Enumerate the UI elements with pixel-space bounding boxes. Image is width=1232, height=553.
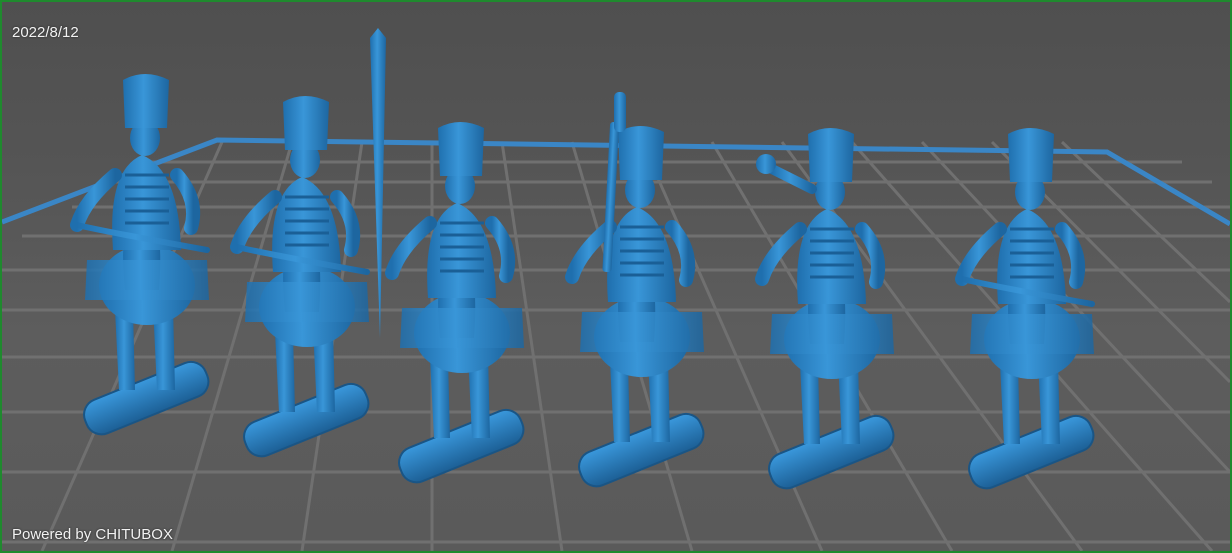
- miniature-hussar-2[interactable]: [230, 96, 373, 461]
- build-plate-scene[interactable]: [2, 2, 1230, 551]
- date-label: 2022/8/12: [12, 24, 79, 41]
- miniature-hussar-4[interactable]: [565, 92, 708, 491]
- model-viewport[interactable]: 2022/8/12 Powered by CHITUBOX: [0, 0, 1232, 553]
- powered-by-label: Powered by CHITUBOX: [12, 526, 173, 543]
- miniature-hussar-3[interactable]: [370, 28, 528, 487]
- miniature-hussar-1[interactable]: [70, 74, 213, 439]
